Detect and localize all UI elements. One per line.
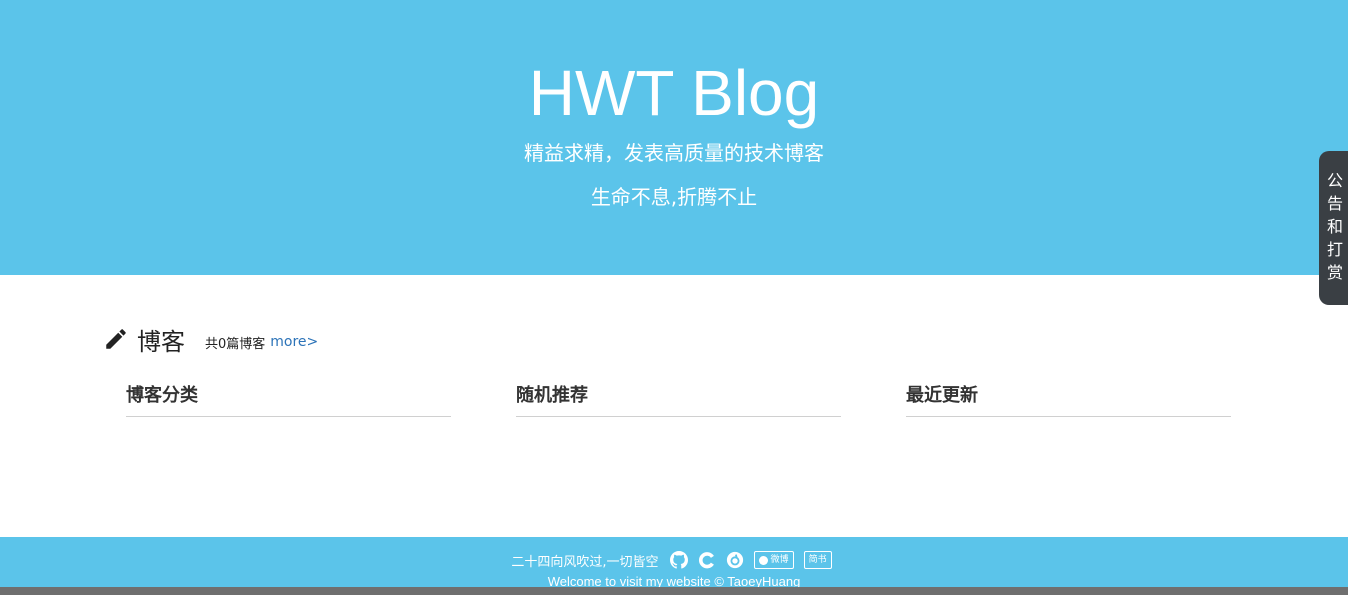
blog-count: 共0篇博客 <box>205 336 266 352</box>
taskbar-strip <box>0 587 1348 595</box>
weibo-badge[interactable]: 微博 <box>753 551 794 569</box>
side-tab-char: 赏 <box>1326 263 1343 282</box>
random-column: 随机推荐 <box>516 384 841 417</box>
recent-column: 最近更新 <box>906 384 1231 417</box>
weibo-icon <box>758 555 768 565</box>
blog-section-header: 博客 共0篇博客 more> <box>103 322 318 356</box>
github-icon[interactable] <box>669 550 689 570</box>
pencil-icon <box>106 329 126 349</box>
side-tab-char: 和 <box>1326 217 1343 236</box>
blog-section-title: 博客 <box>137 327 185 356</box>
site-subtitle: 精益求精，发表高质量的技术博客 <box>524 141 824 165</box>
weibo-label: 微博 <box>770 555 789 565</box>
categories-column: 博客分类 <box>126 384 451 417</box>
csdn-icon[interactable] <box>697 550 717 570</box>
netease-music-icon[interactable] <box>725 550 745 570</box>
side-tab-char: 告 <box>1326 194 1343 213</box>
recent-heading: 最近更新 <box>906 385 978 406</box>
side-tab-char: 打 <box>1326 240 1343 259</box>
site-motto: 生命不息,折腾不止 <box>590 185 758 209</box>
announcement-tab[interactable]: 公 告 和 打 赏 <box>1319 151 1348 305</box>
random-heading: 随机推荐 <box>516 385 588 406</box>
more-link[interactable]: more> <box>270 334 318 350</box>
jianshu-label: 简书 <box>808 555 827 565</box>
site-title: HWT Blog <box>528 57 820 129</box>
categories-heading: 博客分类 <box>126 385 198 406</box>
side-tab-char: 公 <box>1326 171 1343 190</box>
jianshu-badge[interactable]: 简书 <box>803 551 832 569</box>
footer-links: 二十四向风吹过,一切皆空 微博 简书 <box>0 549 1348 571</box>
footer-motto: 二十四向风吹过,一切皆空 <box>511 554 659 570</box>
hero-banner: HWT Blog 精益求精，发表高质量的技术博客 生命不息,折腾不止 <box>0 0 1348 275</box>
